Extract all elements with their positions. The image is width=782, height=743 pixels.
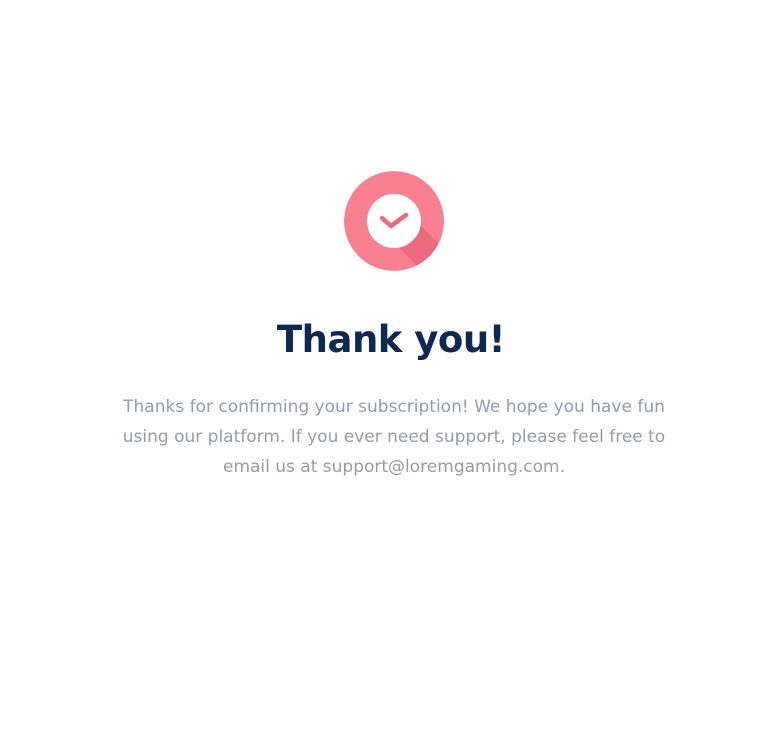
confirmation-panel: Thank you! Thanks for confirming your su… xyxy=(0,0,782,743)
page-title: Thank you! xyxy=(276,318,506,361)
badge-inner-circle xyxy=(367,194,421,248)
confirmation-message: Thanks for confirming your subscription!… xyxy=(122,397,666,477)
check-circle-icon xyxy=(344,171,444,271)
